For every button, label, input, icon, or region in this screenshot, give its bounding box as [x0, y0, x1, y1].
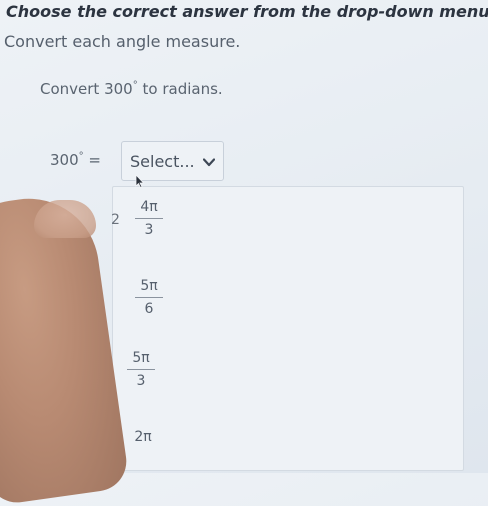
- instruction-text: Choose the correct answer from the drop-…: [6, 2, 488, 21]
- finger-nail: [34, 200, 96, 238]
- degree-symbol: °: [78, 151, 84, 162]
- dropdown-option[interactable]: 5π 6: [119, 278, 179, 317]
- question-prefix: Convert: [40, 80, 100, 98]
- option-denominator: 6: [144, 301, 154, 317]
- dropdown-option[interactable]: 4π 3: [119, 199, 179, 238]
- question-suffix: to radians.: [142, 80, 223, 98]
- question-text: Convert 300° to radians.: [40, 80, 223, 98]
- chevron-down-icon: [202, 152, 215, 171]
- option-numerator: 5π: [132, 350, 150, 366]
- equation-value: 300: [50, 151, 79, 169]
- mouse-cursor-icon: [135, 174, 145, 188]
- degree-symbol: °: [132, 80, 138, 91]
- equation-label: 300° =: [50, 151, 101, 169]
- question-value: 300: [104, 80, 133, 98]
- subtitle-text: Convert each angle measure.: [4, 32, 241, 51]
- option-denominator: 3: [136, 373, 146, 389]
- peek-text: 2: [111, 212, 120, 228]
- dropdown-option[interactable]: 5π 3: [111, 350, 171, 389]
- option-numerator: 4π: [140, 199, 158, 215]
- equals-sign: =: [88, 151, 101, 169]
- select-placeholder: Select...: [130, 151, 195, 171]
- option-numerator: 5π: [140, 278, 158, 294]
- dropdown-menu: 4π 3 5π 6 5π 3 2π: [112, 186, 464, 471]
- option-label: 2π: [134, 429, 152, 445]
- option-denominator: 3: [144, 222, 154, 238]
